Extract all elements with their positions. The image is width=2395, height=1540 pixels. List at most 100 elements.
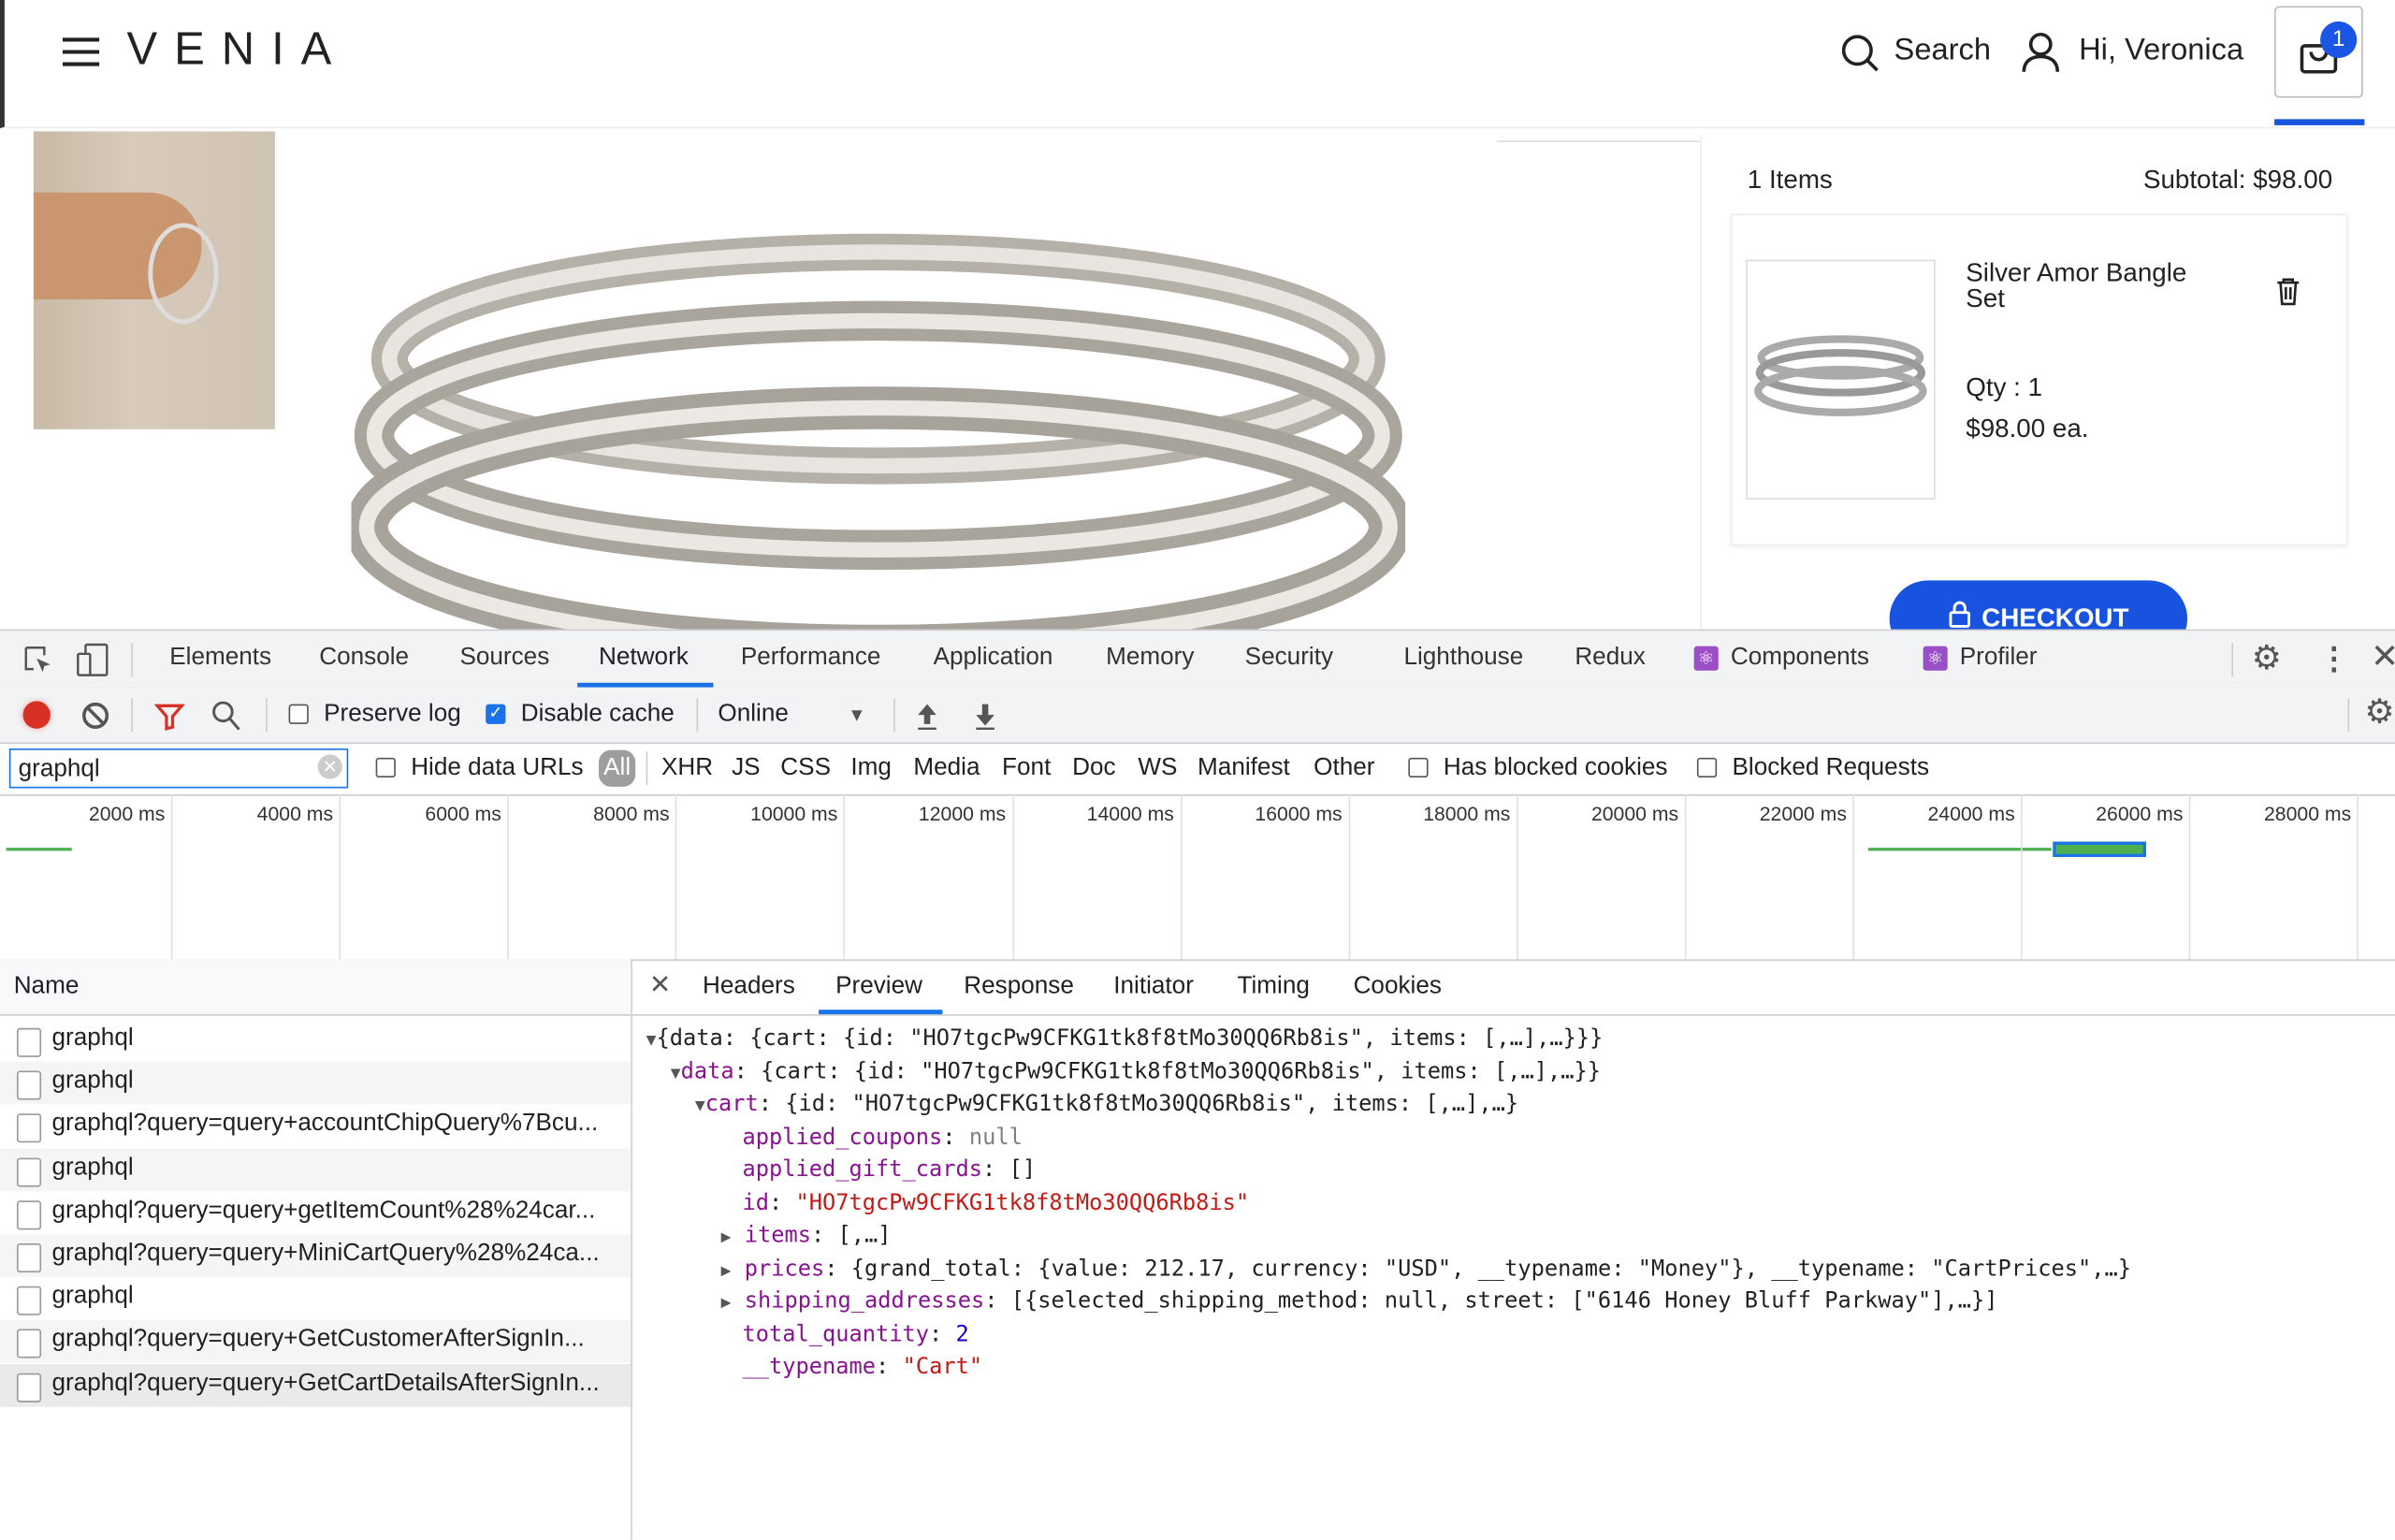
has-blocked-cookies-checkbox[interactable] — [1408, 757, 1429, 778]
more-options-icon[interactable]: ⋮ — [2318, 640, 2349, 678]
hide-data-urls-checkbox[interactable] — [375, 757, 396, 778]
request-name: graphql — [51, 1154, 134, 1181]
request-row[interactable]: graphql — [0, 1277, 631, 1320]
timeline-tick-label: 28000 ms — [2263, 802, 2352, 825]
tab-sources[interactable]: Sources — [459, 645, 549, 672]
cart-count-badge: 1 — [2320, 21, 2358, 59]
request-name: graphql?query=query+accountChipQuery%7Bc… — [51, 1111, 599, 1138]
tab-network[interactable]: Network — [599, 645, 689, 672]
filter-type-xhr[interactable]: XHR — [661, 755, 713, 782]
blocked-requests-checkbox[interactable] — [1696, 757, 1718, 778]
hamburger-menu-icon[interactable] — [60, 34, 103, 70]
filter-type-font[interactable]: Font — [1002, 755, 1051, 782]
timeline-tick-label: 24000 ms — [1927, 802, 2015, 825]
search-link[interactable]: Search — [1894, 34, 1991, 69]
tab-performance[interactable]: Performance — [741, 645, 881, 672]
timeline-tick-label: 22000 ms — [1759, 802, 1847, 825]
request-row[interactable]: graphql?query=query+accountChipQuery%7Bc… — [0, 1105, 631, 1148]
timeline-tick-label: 20000 ms — [1590, 802, 1679, 825]
tab-preview[interactable]: Preview — [835, 973, 922, 1000]
close-details-icon[interactable]: ✕ — [649, 970, 671, 1001]
import-har-icon[interactable] — [915, 701, 939, 731]
details-tab-bar: ✕ Headers Preview Response Initiator Tim… — [631, 959, 2395, 1016]
filter-type-other[interactable]: Other — [1314, 755, 1374, 782]
filter-type-img[interactable]: Img — [850, 755, 892, 782]
tab-console[interactable]: Console — [319, 645, 409, 672]
timeline-tick-label: 10000 ms — [750, 802, 838, 825]
filter-type-css[interactable]: CSS — [780, 755, 831, 782]
trash-icon[interactable] — [2274, 277, 2301, 308]
document-icon — [16, 1027, 42, 1057]
tab-initiator[interactable]: Initiator — [1113, 973, 1194, 1000]
tab-response[interactable]: Response — [964, 973, 1074, 1000]
cart-item-name[interactable]: Silver Amor Bangle Set — [1966, 260, 2226, 312]
network-overview-timeline[interactable]: 2000 ms 4000 ms 6000 ms 8000 ms 10000 ms 1200… — [0, 794, 2395, 961]
request-row[interactable]: graphql?query=query+GetCustomerAfterSign… — [0, 1320, 631, 1364]
settings-gear-icon[interactable]: ⚙ — [2252, 638, 2282, 677]
clear-filter-icon[interactable]: ✕ — [317, 754, 342, 779]
filter-input[interactable]: graphql ✕ — [8, 748, 349, 789]
search-icon[interactable] — [1839, 32, 1882, 75]
cart-items-count: 1 Items — [1747, 165, 1833, 195]
cart-item-image[interactable] — [1746, 259, 1936, 500]
preserve-log-checkbox[interactable] — [288, 704, 309, 724]
tab-application[interactable]: Application — [934, 645, 1053, 672]
device-toolbar-icon[interactable] — [77, 643, 110, 676]
tab-redux[interactable]: Redux — [1575, 645, 1646, 672]
request-row[interactable]: graphql — [0, 1148, 631, 1191]
tab-memory[interactable]: Memory — [1106, 645, 1194, 672]
request-row[interactable]: graphql?query=query+getItemCount%28%24ca… — [0, 1191, 631, 1234]
filter-type-js[interactable]: JS — [732, 755, 760, 782]
preserve-log-label: Preserve log — [324, 701, 461, 728]
product-main-image — [351, 233, 1406, 634]
request-name: graphql — [51, 1024, 134, 1052]
request-row[interactable]: graphql?query=query+GetCartDetailsAfterS… — [0, 1363, 631, 1407]
throttling-select[interactable]: Online — [718, 701, 789, 728]
tab-lighthouse[interactable]: Lighthouse — [1403, 645, 1523, 672]
tab-elements[interactable]: Elements — [169, 645, 271, 672]
venia-logo[interactable]: VENIA — [127, 24, 349, 77]
tab-headers[interactable]: Headers — [703, 973, 795, 1000]
blocked-requests-label: Blocked Requests — [1732, 754, 1930, 781]
request-row[interactable]: graphql — [0, 1062, 631, 1105]
tab-components[interactable]: Components — [1731, 645, 1869, 672]
account-link[interactable]: Hi, Veronica — [2079, 34, 2243, 69]
filter-type-media[interactable]: Media — [913, 755, 980, 782]
inspect-element-icon[interactable] — [22, 645, 53, 676]
document-icon — [16, 1199, 42, 1229]
json-root[interactable]: ▼{data: {cart: {id: "HO7tgcPw9CFKG1tk8f8… — [646, 1026, 1604, 1051]
filter-type-doc[interactable]: Doc — [1072, 755, 1115, 782]
search-icon[interactable] — [210, 700, 241, 734]
timeline-gridline — [1516, 794, 1518, 960]
json-node-cart[interactable]: ▼cart: {id: "HO7tgcPw9CFKG1tk8f8tMo30QQ6… — [695, 1092, 1518, 1116]
json-node-shipping-addresses[interactable]: ▶ shipping_addresses: [{selected_shippin… — [721, 1289, 1998, 1314]
timeline-gridline — [843, 794, 846, 960]
filter-type-ws[interactable]: WS — [1138, 755, 1177, 782]
json-node-items[interactable]: ▶ items: [,…] — [721, 1224, 892, 1248]
chevron-down-icon: ▼ — [848, 704, 866, 726]
record-button[interactable] — [22, 701, 51, 729]
json-node-prices[interactable]: ▶ prices: {grand_total: {value: 212.17, … — [721, 1257, 2131, 1282]
request-row[interactable]: graphql — [0, 1019, 631, 1062]
network-settings-gear-icon[interactable]: ⚙ — [2364, 692, 2394, 732]
timeline-gridline — [1348, 794, 1350, 960]
timeline-gridline — [2021, 794, 2023, 960]
has-blocked-cookies-label: Has blocked cookies — [1443, 754, 1668, 781]
user-icon[interactable] — [2021, 31, 2060, 74]
tab-cookies[interactable]: Cookies — [1354, 973, 1442, 1000]
close-devtools-icon[interactable]: ✕ — [2371, 637, 2395, 676]
filter-icon[interactable] — [153, 701, 185, 732]
name-column-header[interactable]: Name — [0, 959, 631, 1016]
tab-timing[interactable]: Timing — [1237, 973, 1309, 1000]
filter-type-manifest[interactable]: Manifest — [1198, 755, 1290, 782]
filter-type-all[interactable]: All — [599, 749, 636, 787]
tab-security[interactable]: Security — [1245, 645, 1333, 672]
clear-icon[interactable] — [81, 701, 110, 730]
product-thumbnail[interactable] — [33, 131, 275, 429]
json-node-data[interactable]: ▼data: {cart: {id: "HO7tgcPw9CFKG1tk8f8t… — [671, 1060, 1601, 1084]
export-har-icon[interactable] — [973, 701, 997, 731]
request-row[interactable]: graphql?query=query+MiniCartQuery%28%24c… — [0, 1234, 631, 1277]
active-detail-tab-indicator — [819, 1010, 943, 1015]
tab-profiler[interactable]: Profiler — [1960, 645, 2038, 672]
disable-cache-checkbox[interactable]: ✓ — [486, 704, 506, 724]
